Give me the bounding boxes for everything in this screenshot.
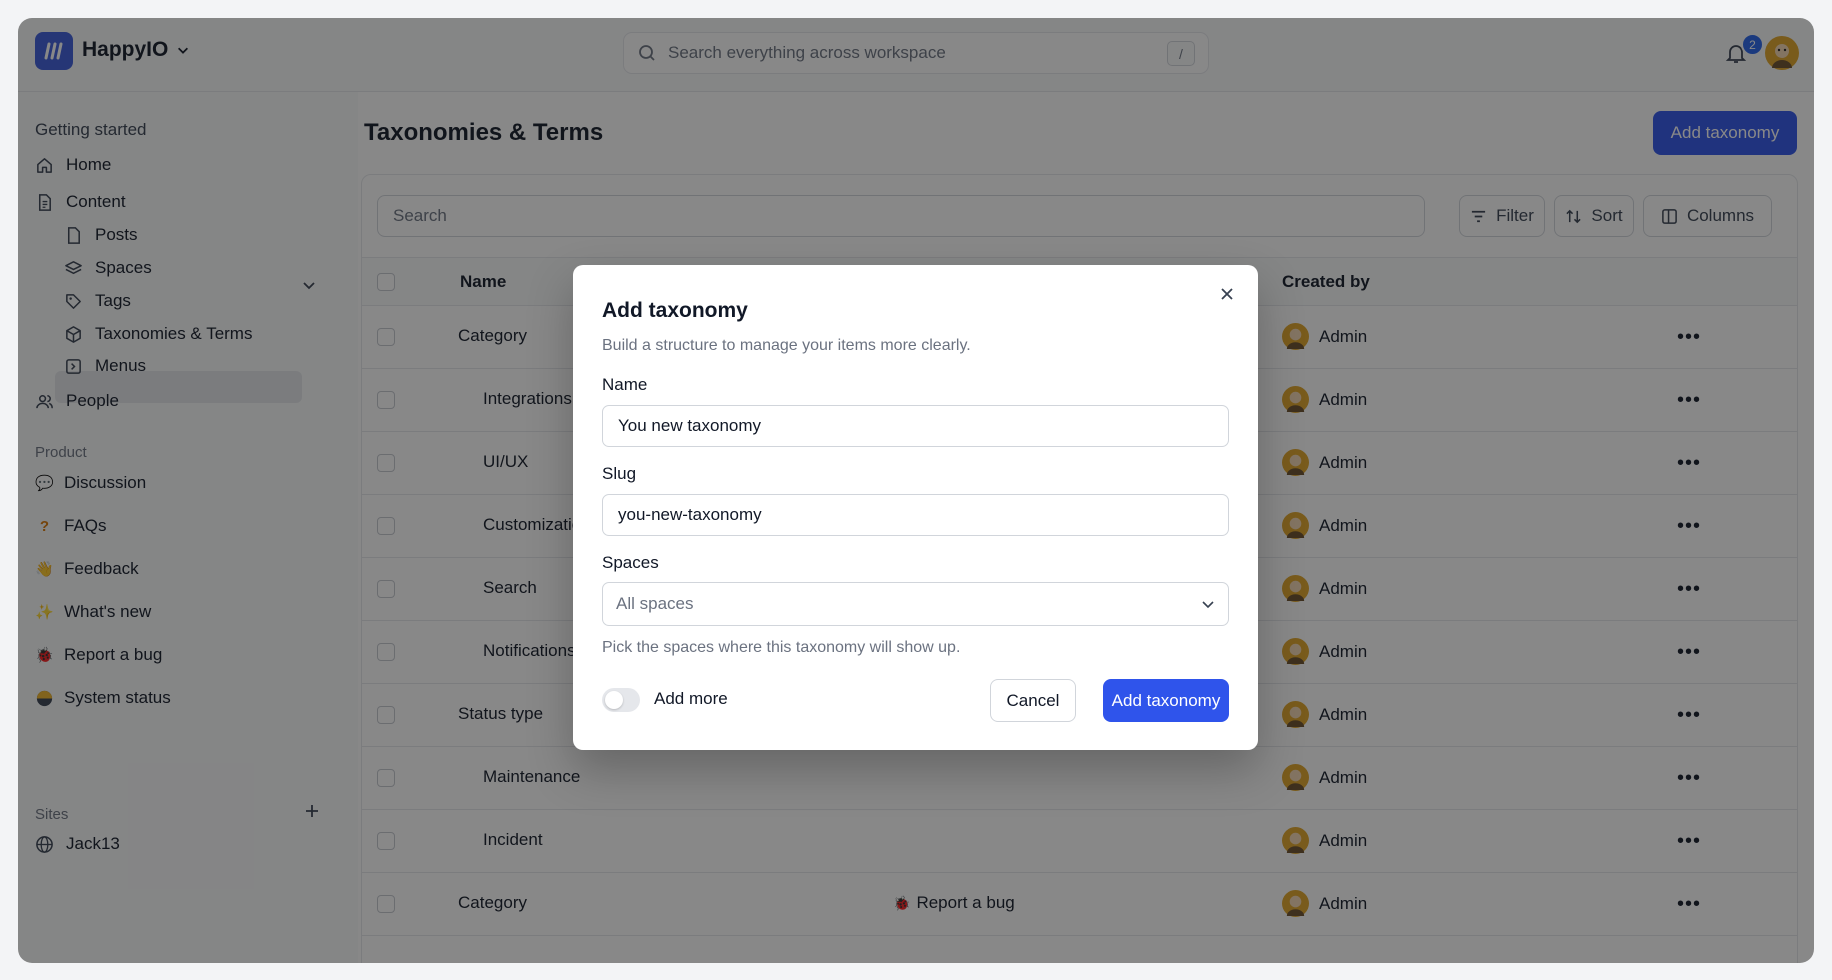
spaces-label: Spaces: [602, 553, 659, 572]
app-window: HappyIO Search everything across workspa…: [18, 18, 1814, 963]
cancel-button[interactable]: Cancel: [990, 679, 1076, 722]
add-more-label: Add more: [654, 689, 728, 708]
add-more-toggle[interactable]: [602, 688, 640, 712]
chevron-down-icon: [1202, 601, 1214, 609]
spaces-select-value: All spaces: [616, 594, 694, 613]
add-taxonomy-dialog: Add taxonomy Build a structure to manage…: [573, 265, 1258, 750]
close-icon[interactable]: [1218, 285, 1236, 303]
slug-label: Slug: [602, 464, 637, 483]
submit-add-taxonomy-button[interactable]: Add taxonomy: [1103, 679, 1229, 722]
slug-input[interactable]: you-new-taxonomy: [602, 494, 1229, 536]
dialog-title: Add taxonomy: [602, 299, 748, 322]
name-input[interactable]: You new taxonomy: [602, 405, 1229, 447]
spaces-select[interactable]: All spaces: [602, 582, 1229, 626]
dialog-description: Build a structure to manage your items m…: [602, 337, 971, 354]
spaces-hint: Pick the spaces where this taxonomy will…: [602, 639, 961, 656]
name-label: Name: [602, 375, 648, 394]
